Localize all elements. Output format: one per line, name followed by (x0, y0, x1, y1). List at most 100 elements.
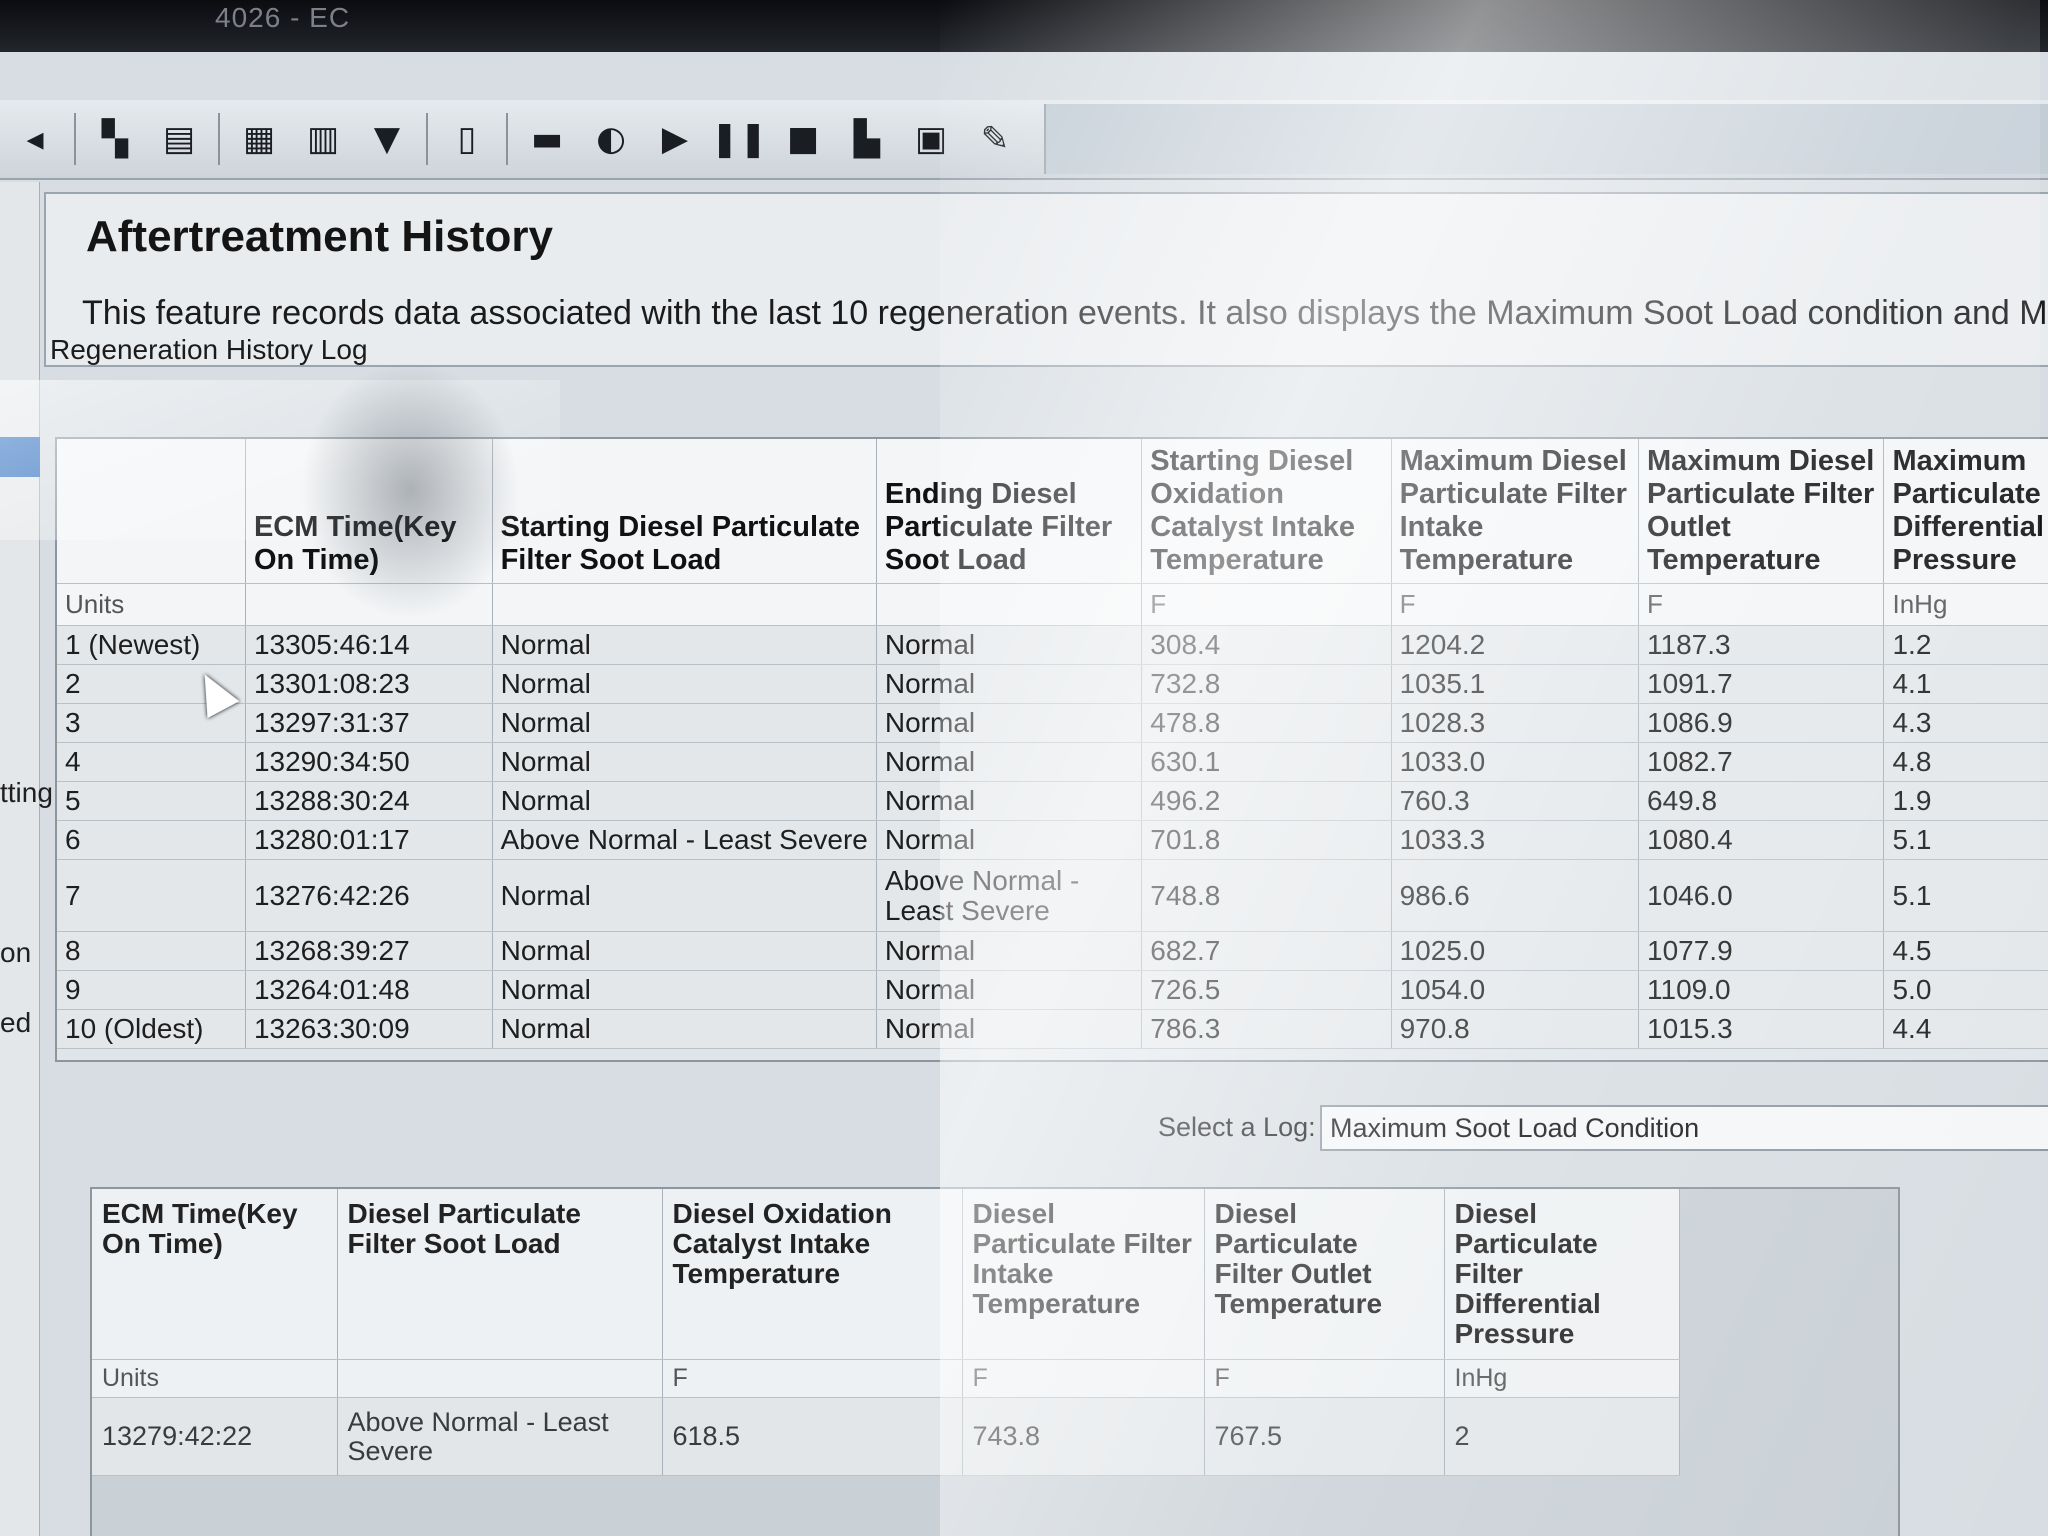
regeneration-history-label: Regeneration History Log (50, 334, 368, 365)
download-icon[interactable]: ▙ (842, 114, 892, 164)
table-row[interactable]: 3 13297:31:37 Normal Normal 478.8 1028.3 1086.… (57, 703, 2048, 743)
column-header[interactable]: Starting Diesel Particulate Filter Soot … (492, 439, 877, 584)
table-row[interactable]: 9 13264:01:48 Normal Normal 726.5 1054.0 1109.… (57, 970, 2048, 1010)
table-cell: Above Normal - Least Severe (876, 859, 1143, 932)
calc-icon[interactable]: ▣ (906, 114, 956, 164)
table-cell: Normal (876, 664, 1143, 704)
play-icon[interactable]: ▶ (650, 114, 700, 164)
clipboard-icon[interactable]: ▯ (442, 114, 492, 164)
table-cell: 13276:42:26 (245, 859, 493, 932)
units-cell (876, 583, 1143, 626)
table-cell: 1.9 (1883, 781, 2048, 821)
table-cell: 5.1 (1883, 820, 2048, 860)
column-header[interactable]: ECM Time(Key On Time) (245, 439, 493, 584)
table-cell: 701.8 (1141, 820, 1392, 860)
left-nav-label[interactable]: ed (0, 1007, 31, 1039)
left-nav-label[interactable]: tting (0, 777, 53, 809)
app-screen: ◂ ▚ ▤ ▦ ▥ ▼ ▯ ▬ ◐ ▶ ❚❚ ■ ▙ ▣ ✎ tting on ed Aftertreatm… (0, 52, 2048, 1536)
table-row[interactable]: 10 (Oldest) 13263:30:09 Normal Normal 786.3 9… (57, 1009, 2048, 1049)
table-cell: Normal (876, 931, 1143, 971)
table-cell: 13268:39:27 (245, 931, 493, 971)
table-cell: Normal (876, 1009, 1143, 1049)
column-header[interactable]: Maximum Particulate Differential Pressur… (1883, 439, 2048, 584)
monitor-bezel: 4026 - EC (0, 0, 2048, 52)
table-cell: 1204.2 (1391, 625, 1640, 665)
table-cell: 13297:31:37 (245, 703, 493, 743)
table-cell: 726.5 (1141, 970, 1392, 1010)
connect-icon[interactable]: ▚ (90, 114, 140, 164)
table-cell: 13280:01:17 (245, 820, 493, 860)
table-row[interactable]: 1 (Newest) 13305:46:14 Normal Normal 308.4 12… (57, 625, 2048, 665)
table-row[interactable]: 2 13301:08:23 Normal Normal 732.8 1035.1 1091.… (57, 664, 2048, 704)
print-icon[interactable]: ▤ (154, 114, 204, 164)
table-cell: 1.2 (1883, 625, 2048, 665)
back-icon[interactable]: ◂ (10, 114, 60, 164)
lower-column-header[interactable]: Diesel Oxidation Catalyst Intake Tempera… (662, 1189, 963, 1360)
table-cell: 6 (57, 820, 246, 860)
edit-icon[interactable]: ✎ (970, 114, 1020, 164)
lower-column-header[interactable]: ECM Time(Key On Time) (92, 1189, 338, 1360)
table-row[interactable]: 5 13288:30:24 Normal Normal 496.2 760.3 649.8 1… (57, 781, 2048, 821)
pause-icon[interactable]: ❚❚ (711, 114, 768, 164)
select-log-dropdown[interactable]: Maximum Soot Load Condition (1320, 1105, 2048, 1151)
table-row[interactable]: 7 13276:42:26 Normal Above Normal - Least S… (57, 859, 2048, 932)
table-row[interactable]: 6 13280:01:17 Above Normal - Least Severe N… (57, 820, 2048, 860)
table-cell: 2 (1444, 1397, 1680, 1476)
regeneration-history-grid[interactable]: ECM Time(Key On Time) Starting Diesel Par… (55, 437, 2048, 1062)
table-cell: 630.1 (1141, 742, 1392, 782)
units-cell: F (1141, 583, 1392, 626)
table-cell: Normal (492, 781, 877, 821)
table-cell: 10 (Oldest) (57, 1009, 246, 1049)
column-header[interactable]: Maximum Diesel Particulate Filter Outlet… (1638, 439, 1885, 584)
left-nav-label[interactable]: on (0, 937, 31, 969)
step-icon[interactable]: ◐ (586, 114, 636, 164)
filter-icon[interactable]: ▼ (362, 114, 412, 164)
units-cell (245, 583, 493, 626)
table-cell: 308.4 (1141, 625, 1392, 665)
table-cell: Normal (492, 664, 877, 704)
lower-column-header[interactable]: Diesel Particulate Filter Soot Load (337, 1189, 663, 1360)
table-cell: 4.1 (1883, 664, 2048, 704)
table-cell: Above Normal - Least Severe (492, 820, 877, 860)
page-description: This feature records data associated wit… (82, 294, 2048, 332)
units-cell: F (662, 1359, 963, 1398)
table-cell: 8 (57, 931, 246, 971)
table-cell: 732.8 (1141, 664, 1392, 704)
table-cell: Normal (492, 859, 877, 932)
column-header[interactable] (57, 439, 246, 584)
table-row[interactable]: 13279:42:22 Above Normal - Least Severe 61… (92, 1397, 1680, 1476)
table-cell: 478.8 (1141, 703, 1392, 743)
table-cell: 4.3 (1883, 703, 2048, 743)
table-cell: 496.2 (1141, 781, 1392, 821)
table-row[interactable]: 8 13268:39:27 Normal Normal 682.7 1025.0 1077.… (57, 931, 2048, 971)
page-title: Aftertreatment History (86, 212, 553, 261)
report-icon[interactable]: ▦ (234, 114, 284, 164)
table-cell: Normal (876, 970, 1143, 1010)
table-cell: 13279:42:22 (92, 1397, 338, 1476)
table-cell: 1054.0 (1391, 970, 1640, 1010)
column-header[interactable]: Starting Diesel Oxidation Catalyst Intak… (1141, 439, 1392, 584)
lower-column-header[interactable]: Diesel Particulate Filter Outlet Tempera… (1204, 1189, 1445, 1360)
toolbar-separator (74, 113, 76, 165)
table-cell: 1086.9 (1638, 703, 1885, 743)
lower-column-header[interactable]: Diesel Particulate Filter Intake Tempera… (962, 1189, 1205, 1360)
table-cell: 5 (57, 781, 246, 821)
table-row[interactable]: 4 13290:34:50 Normal Normal 630.1 1033.0 1082.… (57, 742, 2048, 782)
table-cell: 748.8 (1141, 859, 1392, 932)
save-icon[interactable]: ▥ (298, 114, 348, 164)
table-cell: 1077.9 (1638, 931, 1885, 971)
lower-column-header[interactable]: Diesel Particulate Filter Differential P… (1444, 1189, 1680, 1360)
column-header[interactable]: Ending Diesel Particulate Filter Soot Lo… (876, 439, 1143, 584)
table-cell: 1109.0 (1638, 970, 1885, 1010)
stop-icon[interactable]: ■ (778, 114, 828, 164)
table-cell: Normal (492, 703, 877, 743)
record-icon[interactable]: ▬ (522, 114, 572, 164)
regeneration-history-table: ECM Time(Key On Time) Starting Diesel Par… (57, 439, 2048, 1049)
table-cell: 13263:30:09 (245, 1009, 493, 1049)
table-cell: 13290:34:50 (245, 742, 493, 782)
table-cell: 13301:08:23 (245, 664, 493, 704)
table-cell: 4 (57, 742, 246, 782)
column-header[interactable]: Maximum Diesel Particulate Filter Intake… (1391, 439, 1640, 584)
toolbar-separator (506, 113, 508, 165)
max-soot-load-grid[interactable]: ECM Time(Key On Time) Diesel Particulate … (90, 1187, 1900, 1536)
